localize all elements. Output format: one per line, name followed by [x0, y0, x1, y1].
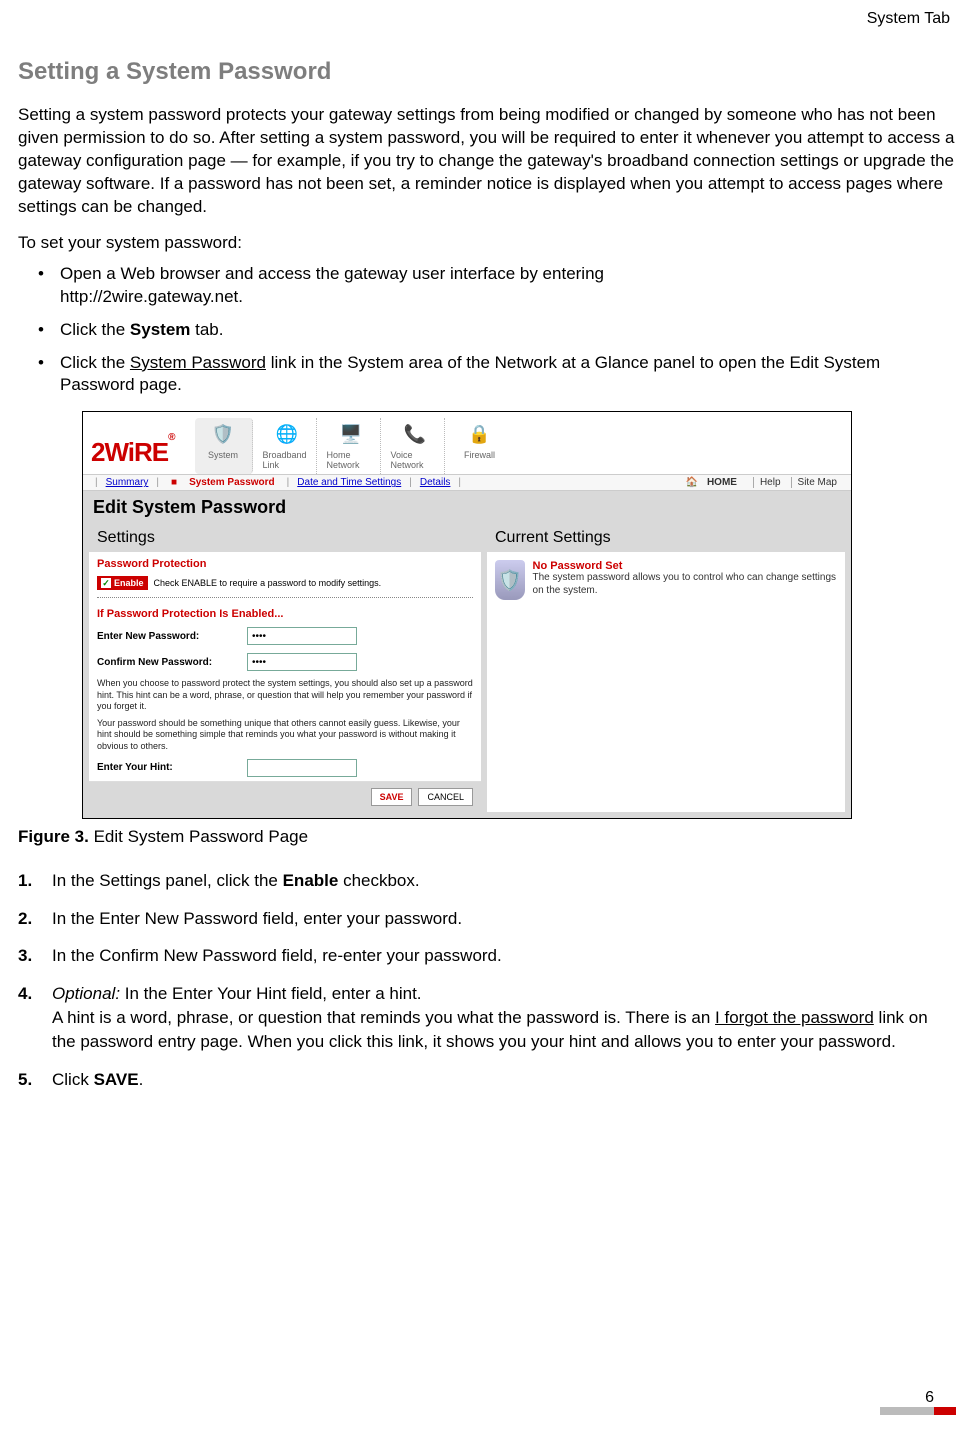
enable-description: Check ENABLE to require a password to mo…	[154, 578, 382, 588]
bullet-text: Open a Web browser and access the gatewa…	[60, 264, 604, 283]
step-item: In the Confirm New Password field, re-en…	[18, 944, 956, 968]
home-link[interactable]: 🏠 HOME	[680, 477, 749, 488]
step-item: In the Enter New Password field, enter y…	[18, 907, 956, 931]
save-button[interactable]: SAVE	[371, 788, 413, 806]
logo: 2WiRE®	[91, 437, 175, 468]
step-text: In the Confirm New Password field, re-en…	[52, 946, 502, 965]
screenshot-page-title: Edit System Password	[83, 491, 851, 524]
italic-text: Optional:	[52, 984, 120, 1003]
subnav-datetime[interactable]: Date and Time Settings	[297, 477, 401, 488]
nav-label: Broadband Link	[263, 450, 312, 470]
bullet-url: http://2wire.gateway.net.	[60, 287, 243, 306]
subnav-system-password[interactable]: System Password	[185, 477, 279, 488]
page-title: Setting a System Password	[18, 58, 956, 86]
separator	[97, 597, 473, 598]
current-status-title: No Password Set	[533, 560, 837, 572]
bullet-item: Click the System Password link in the Sy…	[38, 352, 956, 398]
step-item: In the Settings panel, click the Enable …	[18, 869, 956, 893]
step-item: Optional: In the Enter Your Hint field, …	[18, 982, 956, 1053]
help-link[interactable]: Help	[753, 477, 787, 488]
figure-caption-text: Edit System Password Page	[89, 827, 308, 846]
cancel-button[interactable]: CANCEL	[418, 788, 473, 806]
embedded-screenshot: 2WiRE® 🛡️ System 🌐 Broadband Link 🖥️ Hom…	[82, 411, 852, 819]
link-text: I forgot the password	[715, 1008, 874, 1027]
enter-hint-label: Enter Your Hint:	[97, 762, 247, 773]
nav-firewall[interactable]: 🔒 Firewall	[451, 418, 509, 474]
figure-label: Figure 3.	[18, 827, 89, 846]
running-header: System Tab	[18, 10, 956, 28]
hint-paragraph-1: When you choose to password protect the …	[89, 675, 481, 715]
globe-icon: 🌐	[272, 420, 302, 448]
figure-caption: Figure 3. Edit System Password Page	[18, 827, 956, 847]
steps-list: In the Settings panel, click the Enable …	[18, 869, 956, 1092]
confirm-password-label: Confirm New Password:	[97, 657, 247, 668]
lock-icon: 🔒	[465, 420, 495, 448]
current-status-desc: The system password allows you to contro…	[533, 572, 837, 597]
nav-broadband[interactable]: 🌐 Broadband Link	[259, 418, 317, 474]
bullet-text: tab.	[190, 320, 223, 339]
bullet-text: Click the	[60, 353, 130, 372]
step-text: .	[139, 1070, 144, 1089]
system-icon: 🛡️	[208, 420, 238, 448]
screenshot-header: 2WiRE® 🛡️ System 🌐 Broadband Link 🖥️ Hom…	[83, 412, 851, 474]
step-text: In the Settings panel, click the	[52, 871, 283, 890]
step-item: Click SAVE.	[18, 1068, 956, 1092]
bold-text: SAVE	[94, 1070, 139, 1089]
bold-text: Enable	[283, 871, 339, 890]
sub-nav: | Summary | ■ System Password | Date and…	[83, 474, 851, 491]
step-text: A hint is a word, phrase, or question th…	[52, 1008, 715, 1027]
bullet-text: Click the	[60, 320, 130, 339]
main-nav: 🛡️ System 🌐 Broadband Link 🖥️ Home Netwo…	[195, 418, 509, 474]
step-text: In the Enter Your Hint field, enter a hi…	[120, 984, 421, 1003]
lead-line: To set your system password:	[18, 233, 956, 253]
step-text: checkbox.	[338, 871, 419, 890]
step-text: Click	[52, 1070, 94, 1089]
settings-panel: Settings Password Protection ✓ Enable Ch…	[89, 524, 481, 812]
enter-password-input[interactable]	[247, 627, 357, 645]
password-protection-label: Password Protection	[89, 552, 481, 573]
current-settings-header: Current Settings	[487, 524, 845, 552]
checkbox-icon: ✓	[101, 578, 111, 588]
nav-label: System	[208, 450, 238, 460]
network-icon: 🖥️	[336, 420, 366, 448]
sitemap-link[interactable]: Site Map	[791, 477, 843, 488]
subnav-summary[interactable]: Summary	[106, 477, 149, 488]
current-settings-panel: Current Settings 🛡️ No Password Set The …	[487, 524, 845, 812]
nav-label: Firewall	[464, 450, 495, 460]
nav-label: Voice Network	[391, 450, 440, 470]
step-text: In the Enter New Password field, enter y…	[52, 909, 462, 928]
footer-red-bar	[934, 1407, 956, 1415]
nav-home-network[interactable]: 🖥️ Home Network	[323, 418, 381, 474]
bold-text: System	[130, 320, 190, 339]
settings-header: Settings	[89, 524, 481, 552]
subnav-details[interactable]: Details	[420, 477, 451, 488]
page-number: 6	[925, 1389, 934, 1407]
footer-gray-bar	[880, 1407, 934, 1415]
enter-password-label: Enter New Password:	[97, 631, 247, 642]
bullet-list: Open a Web browser and access the gatewa…	[18, 263, 956, 398]
if-enabled-label: If Password Protection Is Enabled...	[89, 602, 481, 623]
bullet-item: Click the System tab.	[38, 319, 956, 342]
intro-paragraph: Setting a system password protects your …	[18, 104, 956, 219]
hint-paragraph-2: Your password should be something unique…	[89, 715, 481, 755]
link-text: System Password	[130, 353, 266, 372]
enable-label: Enable	[114, 578, 144, 588]
bullet-item: Open a Web browser and access the gatewa…	[38, 263, 956, 309]
phone-icon: 📞	[400, 420, 430, 448]
confirm-password-input[interactable]	[247, 653, 357, 671]
nav-voice-network[interactable]: 📞 Voice Network	[387, 418, 445, 474]
shield-icon: 🛡️	[495, 560, 525, 600]
nav-system[interactable]: 🛡️ System	[195, 418, 253, 474]
enter-hint-input[interactable]	[247, 759, 357, 777]
enable-checkbox[interactable]: ✓ Enable	[97, 576, 148, 590]
nav-label: Home Network	[327, 450, 376, 470]
